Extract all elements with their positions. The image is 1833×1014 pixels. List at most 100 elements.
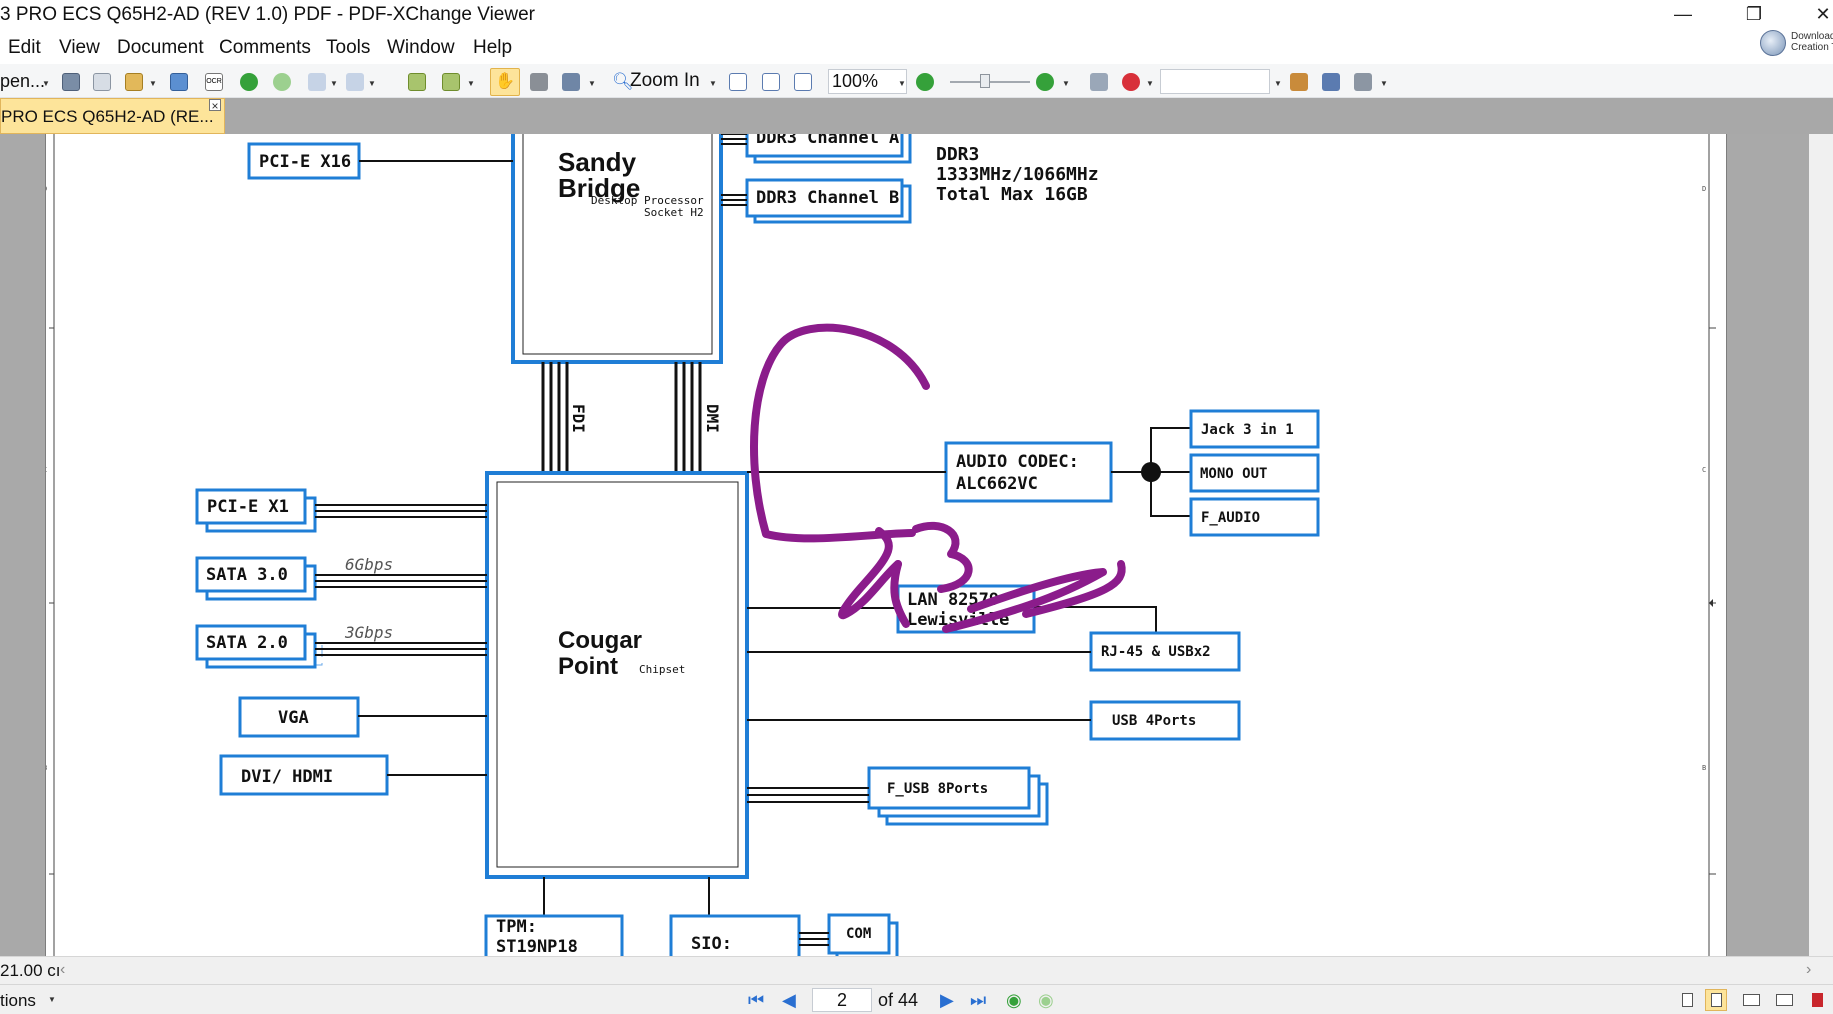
horizontal-scrollbar[interactable]: 21.00 cı ‹ › <box>0 956 1833 984</box>
email-icon[interactable] <box>170 73 188 91</box>
pch-title-line2: Point <box>558 653 618 680</box>
comment-tool-icon[interactable] <box>1290 73 1308 91</box>
pdf-icon[interactable] <box>1806 989 1828 1011</box>
main-toolbar: pen... ▼ ▼ OCR ▼ ▼ ▼ ✋ ▼ 🔍︎ Zoom In ▼ 10… <box>0 64 1833 98</box>
redo-dropdown-icon[interactable]: ▼ <box>368 79 376 88</box>
vertical-scrollbar[interactable] <box>1809 134 1833 956</box>
last-page-icon[interactable]: ⏭ <box>970 991 986 1009</box>
zoom-slider-thumb[interactable] <box>980 74 990 88</box>
menu-tools[interactable]: Tools <box>326 37 370 59</box>
continuous-facing-view-icon[interactable] <box>1773 989 1795 1011</box>
zoom-level-dropdown-icon[interactable]: ▼ <box>898 79 906 88</box>
print-icon[interactable] <box>93 73 111 91</box>
open-button-label[interactable]: pen... <box>0 71 45 92</box>
zoom-in-dropdown-icon[interactable]: ▼ <box>709 79 717 88</box>
next-page-icon[interactable]: ▶ <box>940 991 954 1009</box>
back-icon[interactable] <box>240 73 258 91</box>
com-label: COM <box>846 926 871 942</box>
zoom-slider[interactable] <box>950 81 1030 83</box>
sata3-label: SATA 3.0 <box>206 565 288 585</box>
menu-edit[interactable]: Edit <box>8 37 41 59</box>
pdf-viewer-window: 3 PRO ECS Q65H2-AD (REV 1.0) PDF - PDF-X… <box>0 0 1833 1014</box>
tab-document-label: PRO ECS Q65H2-AD (RE... <box>1 107 214 126</box>
minimize-button[interactable]: — <box>1660 0 1706 30</box>
next-view-icon[interactable]: ◉ <box>1038 991 1054 1009</box>
fit-width-icon[interactable] <box>794 73 812 91</box>
typewriter-icon[interactable] <box>1122 73 1140 91</box>
pcie-x16-label: PCI-E X16 <box>259 152 351 172</box>
dmi-label: DMI <box>703 404 722 433</box>
hand-tool-button[interactable]: ✋ <box>490 68 520 96</box>
export-dropdown-icon[interactable]: ▼ <box>149 79 157 88</box>
zoom-level-select[interactable]: 100% <box>828 69 907 94</box>
continuous-view-icon[interactable] <box>1705 989 1727 1011</box>
redo-icon[interactable] <box>346 73 364 91</box>
find-icon[interactable] <box>1090 73 1108 91</box>
audio-codec-line2: ALC662VC <box>956 474 1038 494</box>
tpm-line2: ST19NP18 <box>496 937 578 956</box>
margin-letter-d-right: D <box>1702 185 1706 193</box>
tab-close-icon[interactable]: × <box>209 99 221 112</box>
single-page-view-icon[interactable] <box>1676 989 1698 1011</box>
export-icon[interactable] <box>125 73 143 91</box>
undo-icon[interactable] <box>308 73 326 91</box>
menu-comments[interactable]: Comments <box>219 37 311 59</box>
actual-size-icon[interactable] <box>729 73 747 91</box>
snapshot-icon[interactable] <box>530 73 548 91</box>
restore-button[interactable]: ❐ <box>1731 0 1777 30</box>
sata2-label: SATA 2.0 <box>206 633 288 653</box>
zoom-in-button-label[interactable]: Zoom In <box>630 70 700 92</box>
options-button[interactable]: tions <box>0 991 36 1011</box>
menu-document[interactable]: Document <box>117 37 204 59</box>
first-page-icon[interactable]: ⏮ <box>748 991 764 1009</box>
rj45-label: RJ-45 & USBx2 <box>1101 644 1211 660</box>
comments-list-icon[interactable] <box>1322 73 1340 91</box>
search-dropdown-icon[interactable]: ▼ <box>1274 79 1282 88</box>
zoom-more-dropdown-icon[interactable]: ▼ <box>1062 79 1070 88</box>
f-audio-label: F_AUDIO <box>1201 510 1260 526</box>
forward-icon[interactable] <box>273 73 291 91</box>
typewriter-dropdown-icon[interactable]: ▼ <box>1146 79 1154 88</box>
ink-stroke <box>750 323 930 543</box>
ddr3-b-label: DDR3 Channel B <box>756 188 899 208</box>
download-creation-tools[interactable]: Download Creation T <box>1760 30 1833 60</box>
ocr-icon[interactable]: OCR <box>205 73 223 91</box>
tab-document[interactable]: PRO ECS Q65H2-AD (RE... × <box>0 98 225 134</box>
ddr3-a-label: DDR3 Channel A <box>756 134 899 148</box>
scroll-left-icon[interactable]: ‹ <box>60 961 65 979</box>
zoom-out-icon[interactable] <box>916 73 934 91</box>
usb4-label: USB 4Ports <box>1112 713 1196 729</box>
page-total-label: of 44 <box>878 990 919 1010</box>
options-dropdown-icon[interactable]: ▼ <box>48 995 56 1004</box>
page-number-input[interactable]: 2 <box>812 988 872 1012</box>
ddr3-note-line1: DDR3 <box>936 144 979 165</box>
menu-view[interactable]: View <box>59 37 100 59</box>
stamp-icon[interactable] <box>1354 73 1372 91</box>
undo-dropdown-icon[interactable]: ▼ <box>330 79 338 88</box>
jack-label: Jack 3 in 1 <box>1201 422 1294 438</box>
scroll-right-icon[interactable]: › <box>1806 961 1811 979</box>
margin-letter-d: D <box>46 185 47 193</box>
facing-view-icon[interactable] <box>1740 989 1762 1011</box>
rotate-dropdown-icon[interactable]: ▼ <box>467 79 475 88</box>
zoom-plus-icon[interactable] <box>1036 73 1054 91</box>
f-usb-label: F_USB 8Ports <box>887 781 988 797</box>
dvi-hdmi-label: DVI/ HDMI <box>241 767 333 787</box>
search-input[interactable] <box>1160 69 1270 94</box>
menu-window[interactable]: Window <box>387 37 455 59</box>
stamp-dropdown-icon[interactable]: ▼ <box>1380 79 1388 88</box>
select-dropdown-icon[interactable]: ▼ <box>588 79 596 88</box>
fit-page-icon[interactable] <box>762 73 780 91</box>
save-icon[interactable] <box>62 73 80 91</box>
menu-help[interactable]: Help <box>473 37 512 59</box>
previous-page-icon[interactable]: ◀ <box>782 991 796 1009</box>
close-button[interactable]: ✕ <box>1800 0 1833 30</box>
vga-label: VGA <box>278 708 309 728</box>
previous-view-icon[interactable]: ◉ <box>1006 991 1022 1009</box>
open-dropdown-icon[interactable]: ▼ <box>42 79 50 88</box>
rotate-left-icon[interactable] <box>408 73 426 91</box>
rotate-right-icon[interactable] <box>442 73 460 91</box>
select-tool-icon[interactable] <box>562 73 580 91</box>
ddr3-note-line3: Total Max 16GB <box>936 184 1088 205</box>
document-view[interactable]: D C B D C B Sandy Bridge Desktop Pro <box>0 134 1833 956</box>
